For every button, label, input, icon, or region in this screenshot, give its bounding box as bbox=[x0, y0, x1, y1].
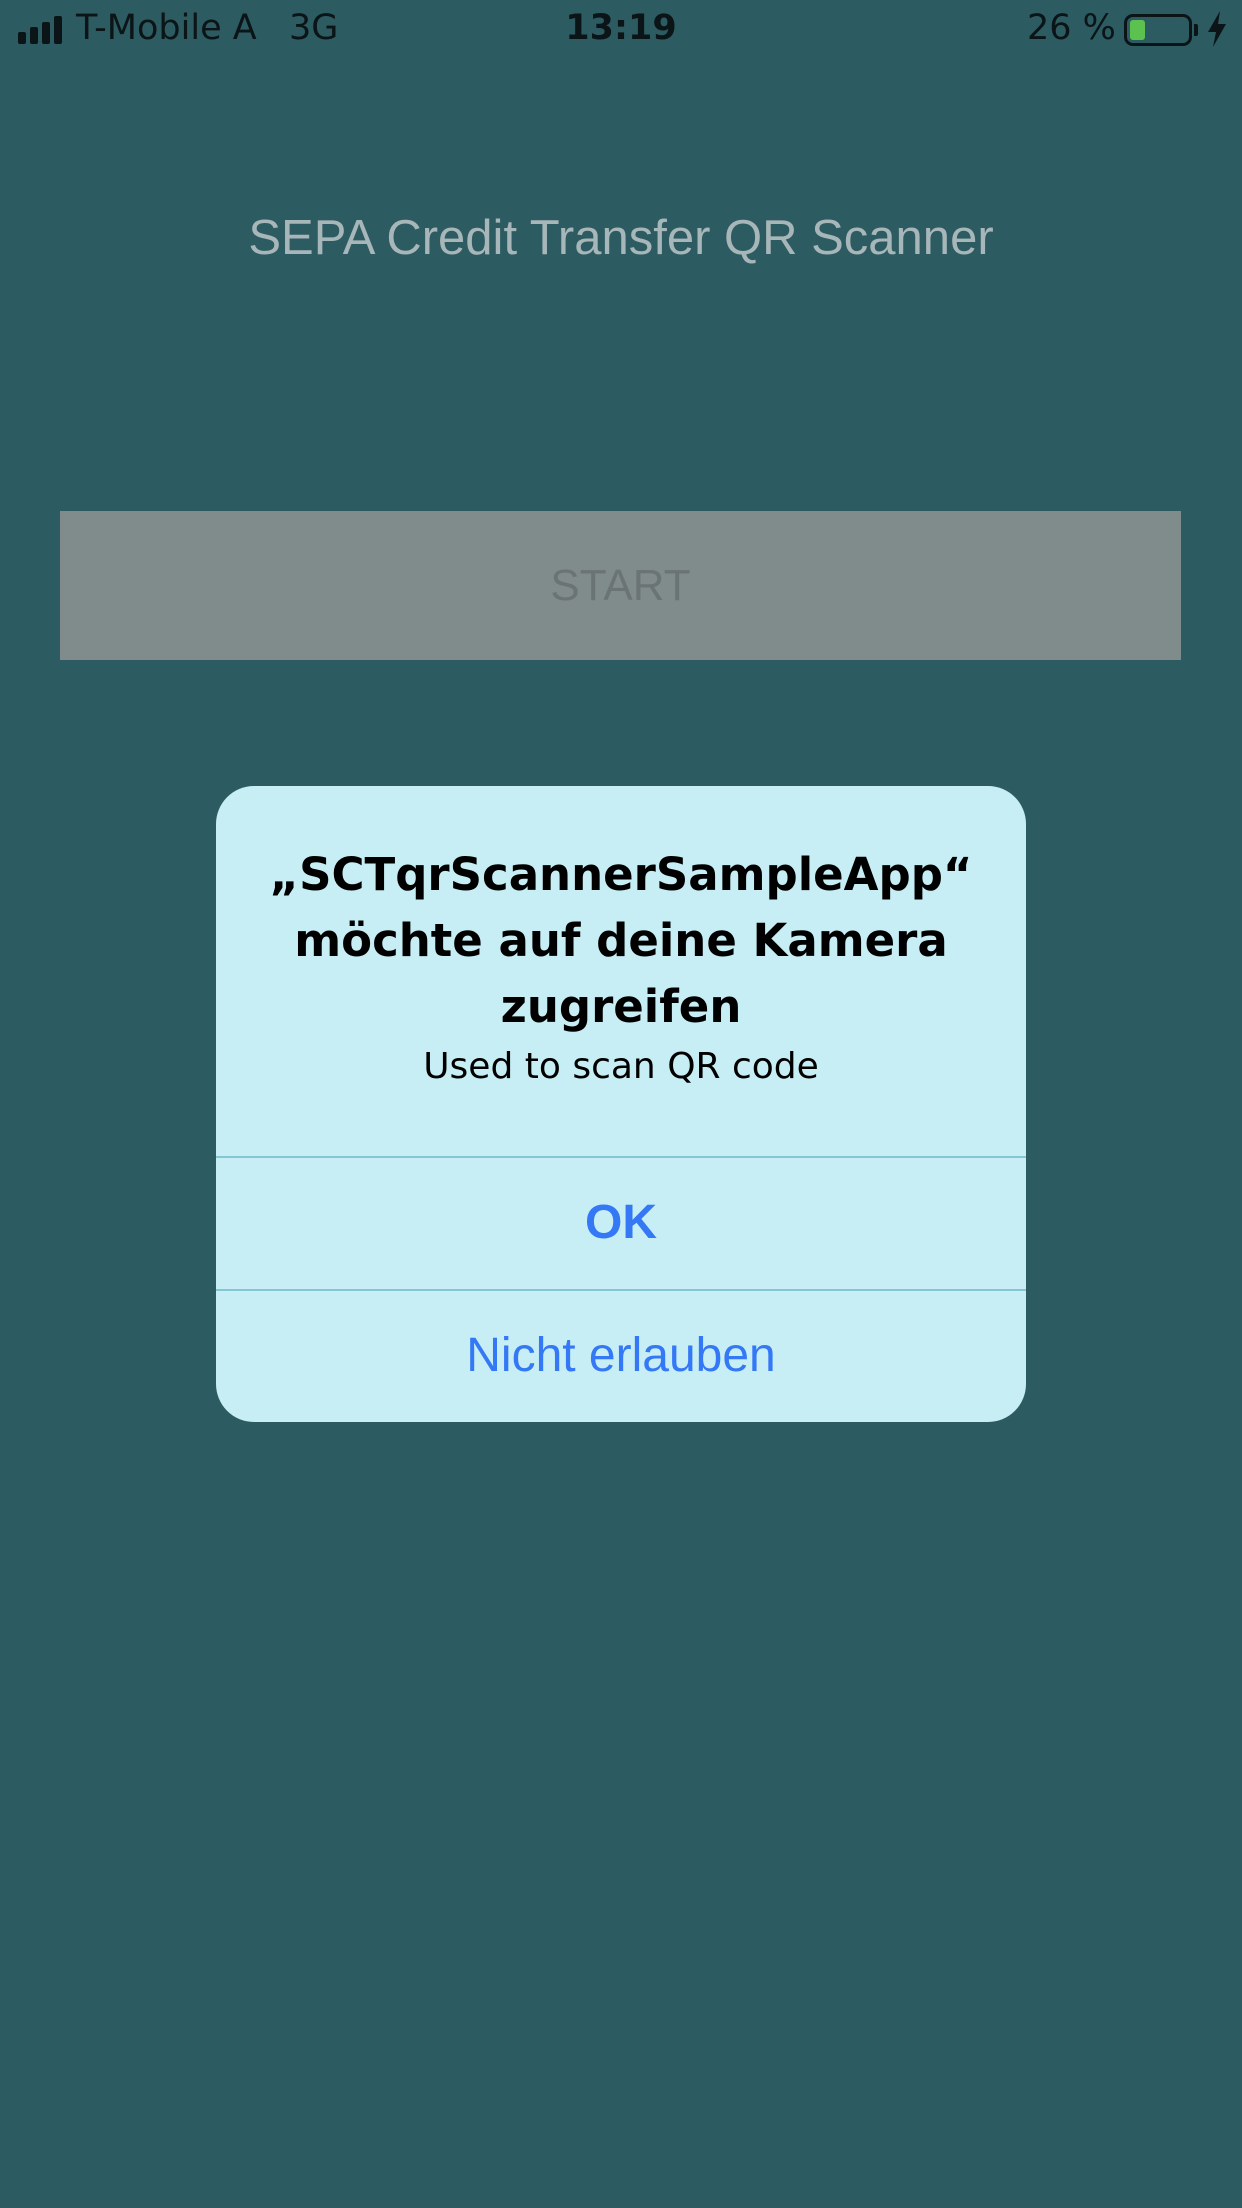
start-button[interactable]: START bbox=[60, 511, 1181, 660]
alert-title: „SCTqrScannerSampleApp“ möchte auf deine… bbox=[269, 848, 973, 1033]
battery-tip bbox=[1194, 24, 1198, 36]
camera-permission-alert: „SCTqrScannerSampleApp“ möchte auf deine… bbox=[216, 786, 1026, 1422]
battery-icon bbox=[1124, 14, 1192, 46]
lightning-bolt-icon bbox=[1208, 11, 1226, 47]
app-title: SEPA Credit Transfer QR Scanner bbox=[248, 211, 994, 265]
ok-button[interactable]: OK bbox=[216, 1158, 1026, 1288]
battery-percent: 26 % bbox=[1027, 8, 1116, 48]
status-bar: T-Mobile A 3G 13:19 26 % bbox=[0, 0, 1242, 62]
battery-level bbox=[1130, 20, 1145, 40]
alert-message: Used to scan QR code bbox=[423, 1046, 819, 1087]
deny-button[interactable]: Nicht erlauben bbox=[216, 1291, 1026, 1421]
